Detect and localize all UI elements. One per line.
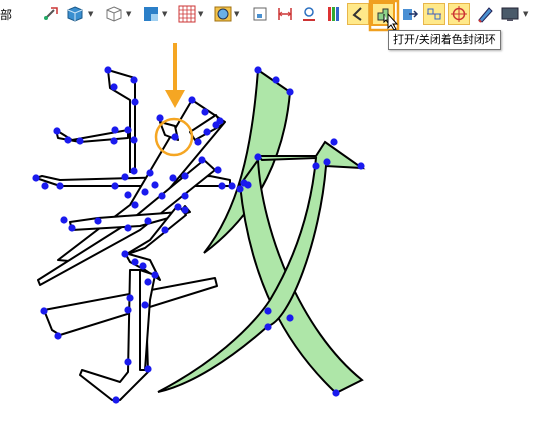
control-node [32, 174, 40, 182]
control-node [332, 389, 340, 397]
control-node [218, 182, 226, 190]
control-node [121, 250, 129, 258]
control-node [56, 182, 64, 190]
control-node [323, 158, 331, 166]
control-node [214, 166, 222, 174]
control-node [272, 76, 280, 84]
control-node [94, 217, 102, 225]
control-node [40, 307, 48, 315]
control-node [111, 126, 119, 134]
control-node [144, 365, 152, 373]
drawing-canvas[interactable] [0, 0, 549, 423]
control-node [76, 137, 84, 145]
control-node [312, 162, 320, 170]
control-node [264, 307, 272, 315]
control-node [181, 206, 189, 214]
control-node [130, 76, 138, 84]
control-node [68, 224, 76, 232]
control-node [124, 224, 132, 232]
control-node [41, 182, 49, 190]
control-node [169, 174, 177, 182]
control-node [111, 182, 119, 190]
control-node [151, 181, 159, 189]
control-node [254, 66, 262, 74]
control-node [156, 114, 164, 122]
control-node [131, 201, 139, 209]
control-node [161, 226, 169, 234]
control-node [158, 192, 166, 200]
annotation-arrow-head [165, 90, 185, 108]
control-node [60, 216, 68, 224]
control-node [112, 396, 120, 404]
control-node [228, 182, 236, 190]
control-node [54, 332, 62, 340]
control-node [124, 126, 132, 134]
control-node [171, 133, 179, 141]
control-node [236, 185, 244, 193]
control-node [144, 278, 152, 286]
control-node [124, 358, 132, 366]
control-node [264, 323, 272, 331]
control-node [254, 153, 262, 161]
control-node [124, 191, 132, 199]
control-node [286, 314, 294, 322]
control-node [181, 192, 189, 200]
control-node [357, 162, 365, 170]
control-node [104, 66, 112, 74]
control-node [144, 217, 152, 225]
control-node [53, 127, 61, 135]
control-node [203, 128, 211, 136]
glyph-outlines [35, 69, 231, 401]
control-node [181, 172, 189, 180]
control-node [188, 96, 196, 104]
control-node [141, 188, 149, 196]
control-node [201, 108, 209, 116]
control-node [194, 138, 202, 146]
mouse-cursor-icon [387, 12, 399, 31]
control-node [146, 169, 154, 177]
control-node [141, 301, 149, 309]
control-node [139, 262, 147, 270]
control-node [110, 137, 118, 145]
control-node [151, 271, 159, 279]
control-node [240, 179, 248, 187]
control-node [130, 167, 138, 175]
control-node [124, 306, 132, 314]
control-node [174, 203, 182, 211]
control-node [110, 83, 118, 91]
control-node [216, 117, 224, 125]
control-node [126, 294, 134, 302]
control-node [286, 88, 294, 96]
control-node [131, 98, 139, 106]
control-node [121, 173, 129, 181]
tooltip: 打开/关闭着色封闭环 [388, 30, 501, 50]
control-node [198, 156, 206, 164]
control-node [130, 136, 138, 144]
glyph-stroke-outline [79, 269, 149, 401]
control-node [330, 138, 338, 146]
control-node [64, 136, 72, 144]
control-node [131, 258, 139, 266]
